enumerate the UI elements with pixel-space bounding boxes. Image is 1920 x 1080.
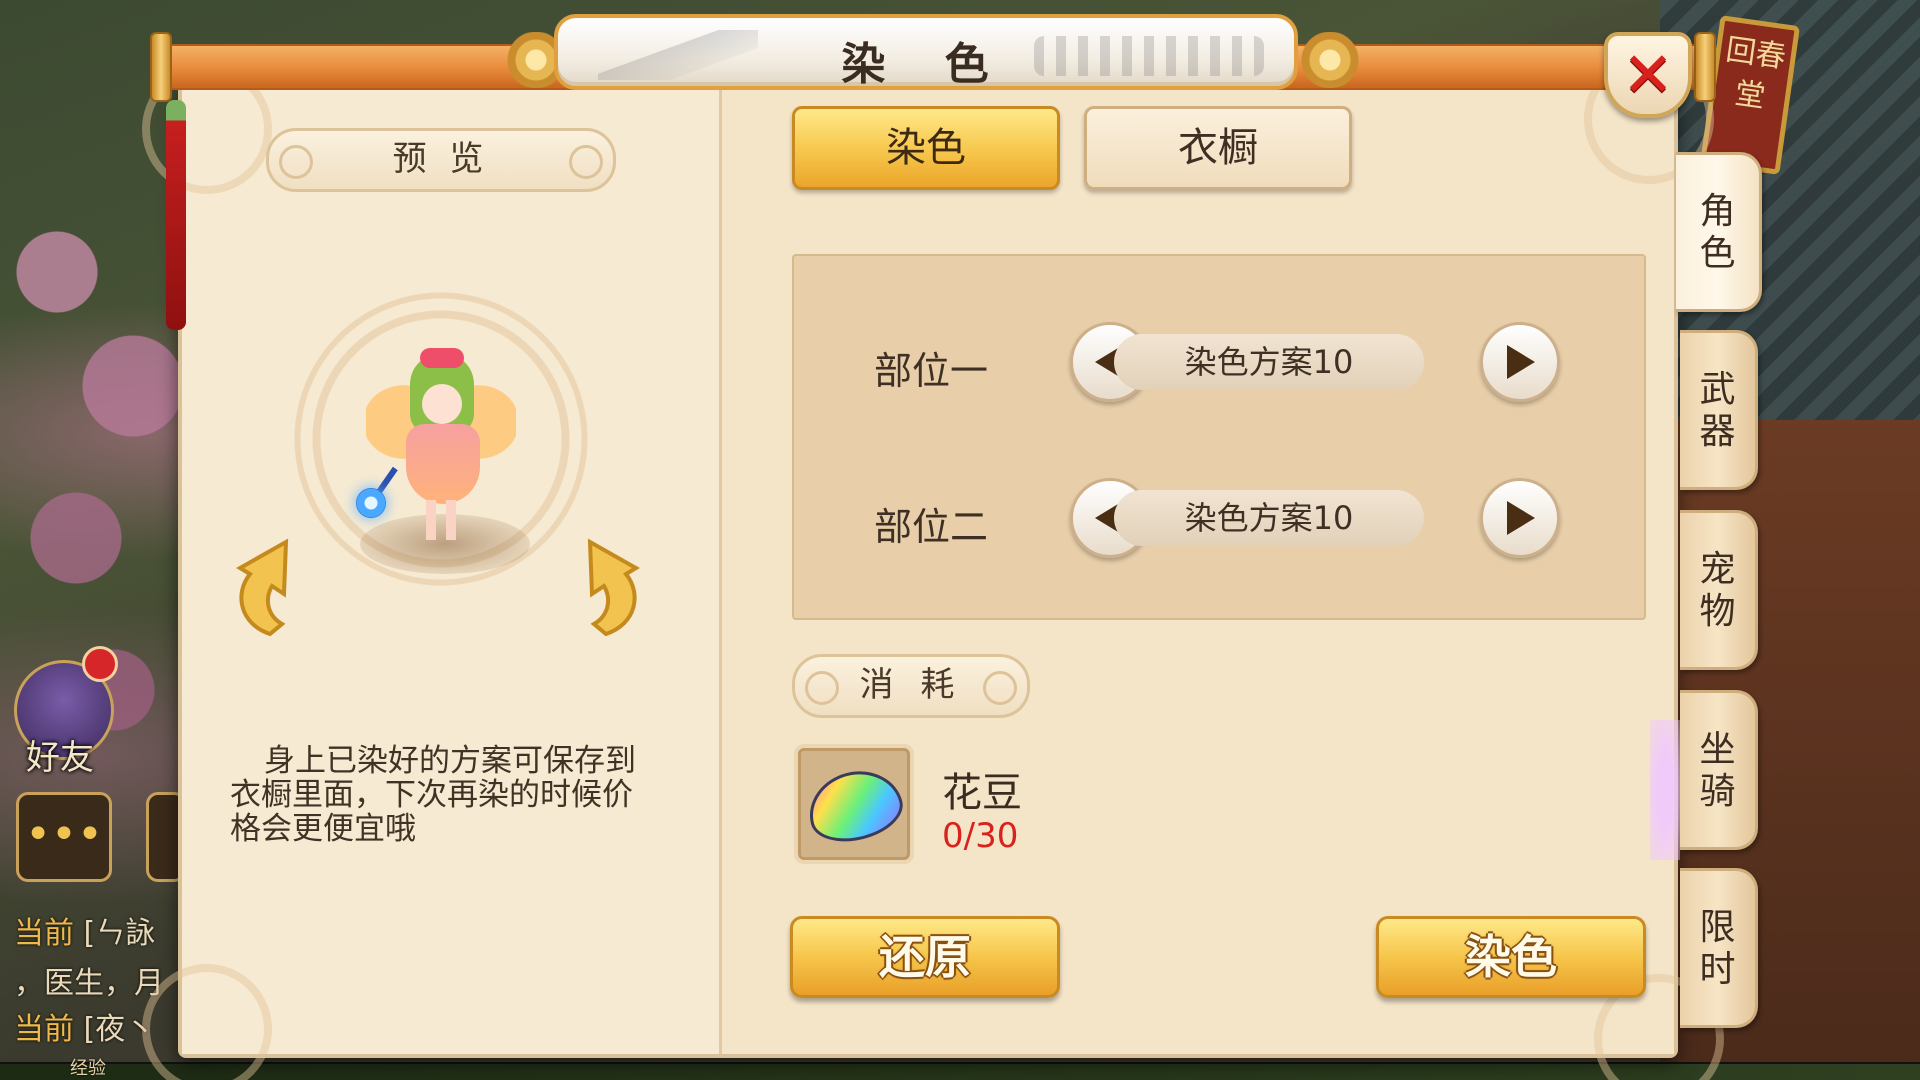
chat-line: ，医生，月 [14, 958, 164, 1002]
rotate-right-icon[interactable] [562, 524, 646, 644]
arrow-right-icon [1507, 345, 1535, 379]
character-face [422, 384, 462, 424]
character-dress [406, 424, 480, 504]
item-count: 0/30 [942, 816, 1019, 856]
window-title: 染 色 [841, 39, 1011, 90]
cloud-ornament [142, 964, 272, 1080]
close-button[interactable]: ✕ [1604, 32, 1692, 118]
close-icon: ✕ [1622, 38, 1674, 111]
chat-channel: 当前 [14, 916, 74, 951]
sparkle-effect [1650, 720, 1680, 860]
scheme-value: 染色方案10 [1184, 343, 1354, 381]
side-tab-character[interactable]: 角色 [1676, 152, 1762, 312]
rotate-left-icon[interactable] [230, 524, 314, 644]
chat-line: 当前 [夜丶 [14, 1004, 155, 1048]
scheme-value: 染色方案10 [1184, 499, 1354, 537]
side-tab-char: 色 [1699, 233, 1736, 274]
dye-pane: 染色 衣橱 部位一 染色方案10 部位二 染色方案10 消 耗 花豆 0/30 … [722, 54, 1724, 1080]
character-orb [356, 488, 386, 518]
notification-dot [82, 646, 118, 682]
side-tab-char: 武 [1699, 369, 1736, 410]
chat-text: ，医生，月 [14, 966, 164, 1001]
side-tab-char: 物 [1699, 591, 1736, 632]
character-legs [426, 500, 456, 540]
side-tab-char: 时 [1699, 949, 1736, 990]
title-swirl-ornament [1290, 32, 1370, 88]
rod-cap [150, 32, 172, 102]
character-bow [420, 348, 464, 368]
scheme-selector: 染色方案10 [1114, 334, 1424, 390]
side-tab-mount[interactable]: 坐骑 [1680, 690, 1758, 850]
tab-wardrobe[interactable]: 衣橱 [1084, 106, 1352, 190]
rainbow-bean-icon [801, 761, 909, 851]
side-tab-char: 角 [1699, 191, 1736, 232]
title-plate: 染 色 [554, 14, 1298, 90]
preview-pane: 预 览 身上已染好的方案可保存到衣橱里面，下次再染的时候价格会更便宜哦 [142, 64, 722, 1080]
item-slot[interactable] [794, 744, 914, 864]
scheme-selector: 染色方案10 [1114, 490, 1424, 546]
hanging-tassel [166, 100, 186, 330]
part-label: 部位二 [874, 505, 989, 549]
side-tab-char: 坐 [1699, 729, 1736, 770]
chat-line: 当前 [ㄣ詠 [14, 908, 155, 952]
side-tab-char: 骑 [1699, 771, 1736, 812]
dye-dialog: 预 览 身上已染好的方案可保存到衣橱里面，下次再染的时候价格会更便宜哦 染色 衣… [142, 54, 1724, 1080]
part-label: 部位一 [874, 349, 989, 393]
side-tab-limited[interactable]: 限时 [1680, 868, 1758, 1028]
chat-channel: 当前 [14, 1012, 74, 1047]
restore-button[interactable]: 还原 [790, 916, 1060, 998]
side-tab-pet[interactable]: 宠物 [1680, 510, 1758, 670]
side-tab-char: 限 [1699, 907, 1736, 948]
next-scheme-button[interactable] [1480, 322, 1560, 402]
dye-button[interactable]: 染色 [1376, 916, 1646, 998]
tab-dye[interactable]: 染色 [792, 106, 1060, 190]
chat-text: [ㄣ詠 [83, 916, 156, 951]
rod-cap [1694, 32, 1716, 102]
side-tab-char: 宠 [1699, 549, 1736, 590]
next-scheme-button[interactable] [1480, 478, 1560, 558]
preview-tip: 身上已染好的方案可保存到衣橱里面，下次再染的时候价格会更便宜哦 [230, 743, 636, 847]
item-name: 花豆 [942, 770, 1022, 816]
side-tab-weapon[interactable]: 武器 [1680, 330, 1758, 490]
parts-panel: 部位一 染色方案10 部位二 染色方案10 [792, 254, 1646, 620]
chat-button[interactable]: ••• [16, 792, 112, 882]
side-tab-char: 器 [1699, 411, 1736, 452]
arrow-right-icon [1507, 501, 1535, 535]
exp-label: 经验 [70, 1058, 106, 1079]
cost-title: 消 耗 [792, 654, 1030, 718]
friend-label: 好友 [26, 738, 94, 778]
chat-bubble-icon: ••• [25, 809, 103, 860]
preview-title: 预 览 [266, 128, 616, 192]
